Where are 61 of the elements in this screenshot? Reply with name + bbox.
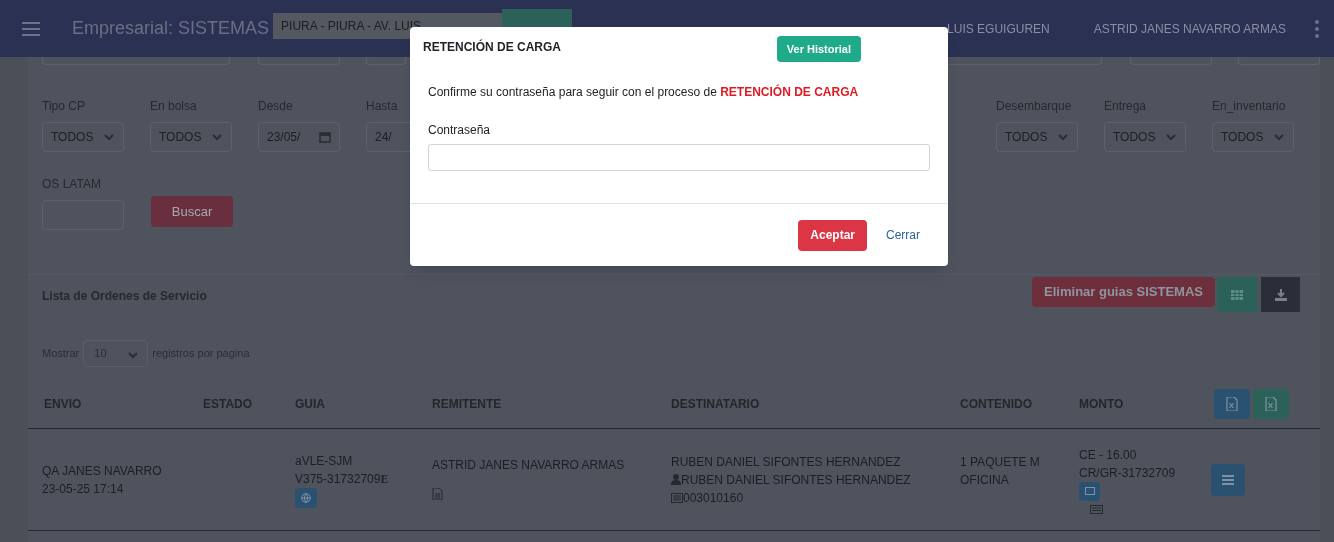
table-cell-text: CR/GR-31732709 — [1079, 464, 1176, 482]
user-name: ASTRID JANES NAVARRO ARMAS — [1093, 20, 1286, 38]
menu-icon — [1222, 474, 1234, 485]
table-cell-text: aVLE-SJM — [295, 452, 353, 470]
export-button[interactable] — [1214, 388, 1250, 419]
branch-location: LUIS EGUIGUREN — [947, 20, 1050, 38]
input-field[interactable] — [1130, 57, 1212, 65]
select-field[interactable]: TODOS — [1104, 122, 1186, 152]
select-field[interactable]: TODOS — [996, 122, 1078, 152]
excel-button[interactable] — [1253, 388, 1289, 419]
modal-title: RETENCIÓN DE CARGA — [423, 38, 561, 56]
select-field[interactable]: TODOS — [1212, 122, 1294, 152]
input-field[interactable] — [1238, 57, 1320, 65]
table-cell-text: RUBEN DANIEL SIFONTES HERNANDEZ — [681, 471, 911, 489]
mark-label: E — [380, 470, 389, 488]
keyboard-icon — [1090, 504, 1103, 514]
select-field[interactable]: TODOS — [42, 122, 124, 152]
kebab-icon — [1314, 19, 1320, 38]
chevron-icon — [211, 131, 223, 143]
history-button[interactable]: Ver Historial — [776, 36, 861, 62]
chevron-icon — [1273, 131, 1285, 143]
globe-button[interactable] — [295, 487, 317, 508]
chevron-icon — [103, 131, 115, 143]
password-field[interactable] — [428, 144, 930, 171]
globe-icon — [301, 492, 311, 503]
delete-button[interactable]: Eliminar guias SISTEMAS — [1032, 277, 1215, 307]
input-field[interactable] — [366, 57, 406, 65]
id-card-icon — [671, 492, 683, 503]
ticket-button[interactable] — [1079, 481, 1100, 501]
search-button[interactable]: Buscar — [151, 196, 233, 227]
download-button[interactable] — [1261, 277, 1300, 312]
grid-button[interactable] — [1217, 277, 1257, 312]
calendar-icon — [319, 131, 331, 143]
menu-button[interactable] — [22, 20, 42, 37]
actions-button[interactable] — [1211, 463, 1245, 496]
table-cell-text: V375-31732709 — [295, 470, 381, 488]
file-icon — [1265, 396, 1277, 411]
document-icon — [432, 487, 443, 500]
user-icon — [671, 474, 681, 485]
more-options-button[interactable] — [1314, 19, 1320, 38]
download-icon — [1274, 288, 1287, 301]
grid-icon — [1231, 289, 1243, 300]
close-link[interactable]: Cerrar — [886, 226, 920, 244]
input-field[interactable] — [258, 57, 340, 65]
input-field[interactable] — [42, 57, 230, 65]
accept-button[interactable]: Aceptar — [798, 219, 867, 251]
app-title: Empresarial: SISTEMAS — [72, 17, 270, 40]
ticket-icon — [1084, 487, 1095, 495]
table-cell-text: CE - 16.00 — [1079, 446, 1137, 464]
file-icon — [1226, 396, 1238, 411]
chevron-icon — [1057, 131, 1069, 143]
chevron-icon — [1165, 131, 1177, 143]
table-cell-text: RUBEN DANIEL SIFONTES HERNANDEZ — [671, 453, 901, 471]
menu-icon — [22, 20, 40, 37]
table-cell-text: QA JANES NAVARRO 23-05-25 17:14 — [42, 462, 163, 498]
table-cell-text: 1 PAQUETE M OFICINA — [960, 453, 1041, 489]
table-cell-text: 003010160 — [683, 489, 744, 507]
confirmation-message: Confirme su contraseña para seguir con el proceso de RETENCIÓN DE CARGA — [427, 83, 860, 101]
date-field[interactable]: 23/05/ — [258, 122, 340, 152]
select-field[interactable]: TODOS — [150, 122, 232, 152]
table-cell-text: ASTRID JANES NAVARRO ARMAS — [432, 456, 625, 474]
